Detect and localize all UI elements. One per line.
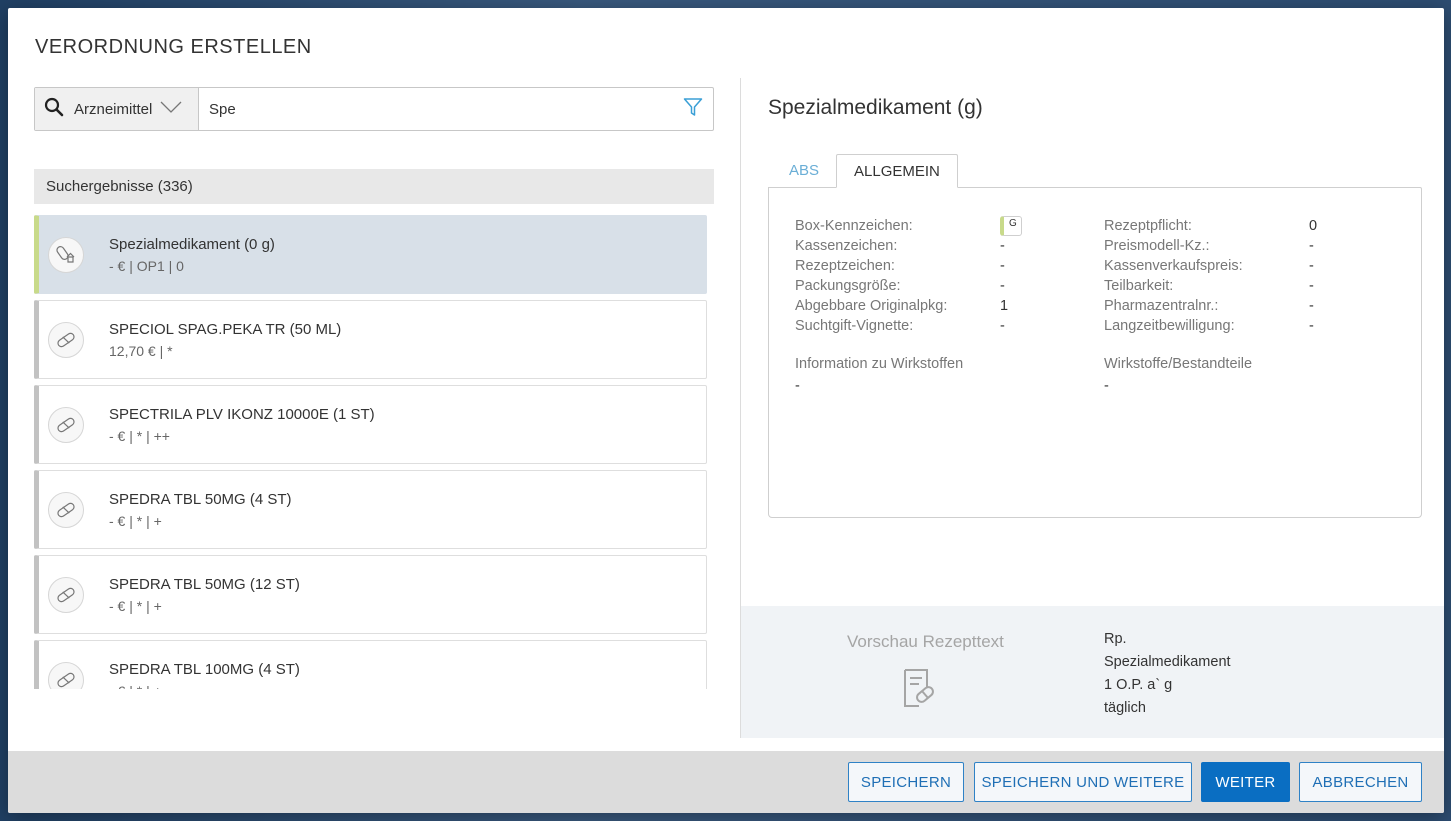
filter-icon (683, 97, 703, 122)
preview-text: Rp. Spezialmedikament 1 O.P. a` g täglic… (1104, 628, 1231, 720)
field-value: 0 (1309, 218, 1318, 234)
field-label: Kassenzeichen: (795, 238, 898, 254)
pill-icon (48, 321, 84, 358)
tab-abs[interactable]: ABS (772, 154, 836, 188)
field-value: - (1309, 298, 1314, 314)
field-label: Pharmazentralnr.: (1104, 298, 1219, 314)
tab-allgemein[interactable]: ALLGEMEIN (836, 154, 958, 188)
wirkstoffe-bestandteile-title: Wirkstoffe/Bestandteile (1104, 356, 1253, 372)
prescription-preview: Vorschau Rezepttext Rp. Spezialmedikamen… (741, 606, 1444, 738)
pill-icon (48, 661, 84, 689)
preview-title: Vorschau Rezepttext (847, 632, 1004, 651)
result-item-name: SPEDRA TBL 100MG (4 ST) (109, 660, 300, 678)
result-item-name: SPEDRA TBL 50MG (12 ST) (109, 575, 300, 593)
dialog-footer: SPEICHERN SPEICHERN UND WEITERE WEITER A… (8, 751, 1444, 813)
result-item-name: SPECTRILA PLV IKONZ 10000E (1 ST) (109, 405, 375, 423)
result-item-name: Spezialmedikament (0 g) (109, 235, 275, 253)
detail-tabs: ABS ALLGEMEIN (772, 154, 958, 188)
field-label: Rezeptpflicht: (1104, 218, 1192, 234)
chevron-down-icon (160, 100, 182, 118)
result-item[interactable]: SPEDRA TBL 50MG (12 ST) - € | * | + (34, 555, 707, 634)
search-bar: Arzneimittel (34, 87, 714, 131)
field-value: - (1309, 318, 1314, 334)
prescription-document-icon (901, 668, 937, 713)
field-label: Suchtgift-Vignette: (795, 318, 914, 334)
result-item-details: - € | * | ++ (109, 427, 170, 444)
field-label: Box-Kennzeichen: (795, 218, 913, 234)
search-type-dropdown[interactable]: Arzneimittel (35, 88, 199, 130)
results-list[interactable]: Spezialmedikament (0 g) - € | OP1 | 0 SP… (34, 215, 707, 689)
cancel-button[interactable]: ABBRECHEN (1299, 762, 1422, 802)
result-item-name: SPECIOL SPAG.PEKA TR (50 ML) (109, 320, 342, 338)
search-type-label: Arzneimittel (74, 100, 153, 118)
field-label: Abgebbare Originalpkg: (795, 298, 948, 314)
field-label: Rezeptzeichen: (795, 258, 895, 274)
field-label: Preismodell-Kz.: (1104, 238, 1210, 254)
result-item-details: - € | * | + (109, 683, 300, 690)
search-input[interactable] (199, 88, 673, 130)
result-item-details: - € | * | + (109, 597, 162, 614)
field-value: 1 (1000, 298, 1009, 314)
search-icon (44, 97, 64, 121)
field-value: - (1000, 238, 1005, 254)
box-indicator-badge: G (1000, 216, 1022, 236)
field-label: Kassenverkaufspreis: (1104, 258, 1243, 274)
wirkstoffe-bestandteile-value: - (1104, 378, 1109, 394)
field-label: Langzeitbewilligung: (1104, 318, 1235, 334)
result-item-details: 12,70 € | * (109, 342, 173, 359)
preview-line: Spezialmedikament (1104, 654, 1231, 670)
result-item[interactable]: SPEDRA TBL 50MG (4 ST) - € | * | + (34, 470, 707, 549)
wirkstoffe-bestandteile: Wirkstoffe/Bestandteile - (1104, 356, 1252, 394)
result-item[interactable]: SPEDRA TBL 100MG (4 ST) - € | * | + (34, 640, 707, 689)
fields-left: Box-Kennzeichen: G Kassenzeichen: - Rezept… (795, 216, 1022, 336)
result-item[interactable]: SPECIOL SPAG.PEKA TR (50 ML) 12,70 € | * (34, 300, 707, 379)
field-value: - (1309, 238, 1314, 254)
pill-icon (48, 491, 84, 528)
detail-title: Spezialmedikament (g) (768, 96, 983, 119)
save-button[interactable]: SPEICHERN (848, 762, 964, 802)
field-label: Packungsgröße: (795, 278, 901, 294)
field-value: - (1000, 318, 1005, 334)
dialog-title: VERORDNUNG ERSTELLEN (35, 36, 312, 58)
custom-drug-icon (48, 236, 84, 273)
result-item-details: - € | OP1 | 0 (109, 257, 184, 274)
info-wirkstoffe-title: Information zu Wirkstoffen (795, 356, 964, 372)
preview-line: täglich (1104, 700, 1146, 716)
field-value: - (1309, 278, 1314, 294)
pill-icon (48, 576, 84, 613)
fields-right: Rezeptpflicht: 0 Preismodell-Kz.: - Kassen… (1104, 216, 1317, 336)
prescription-dialog: VERORDNUNG ERSTELLEN Arzneimittel Sucher… (8, 8, 1444, 813)
info-wirkstoffe: Information zu Wirkstoffen - (795, 356, 963, 394)
result-item-name: SPEDRA TBL 50MG (4 ST) (109, 490, 292, 508)
results-header: Suchergebnisse (336) (34, 169, 714, 204)
result-item[interactable]: SPECTRILA PLV IKONZ 10000E (1 ST) - € | … (34, 385, 707, 464)
result-item[interactable]: Spezialmedikament (0 g) - € | OP1 | 0 (34, 215, 707, 294)
pill-icon (48, 406, 84, 443)
field-value: - (1000, 278, 1005, 294)
info-wirkstoffe-value: - (795, 378, 800, 394)
preview-line: Rp. (1104, 631, 1127, 647)
field-value: - (1000, 258, 1005, 274)
filter-button[interactable] (673, 88, 713, 130)
tab-panel-allgemein: Box-Kennzeichen: G Kassenzeichen: - Rezept… (768, 187, 1422, 518)
save-and-more-button[interactable]: SPEICHERN UND WEITERE (974, 762, 1192, 802)
result-item-details: - € | * | + (109, 512, 162, 529)
field-label: Teilbarkeit: (1104, 278, 1174, 294)
preview-line: 1 O.P. a` g (1104, 677, 1173, 693)
field-value: - (1309, 258, 1314, 274)
next-button[interactable]: WEITER (1201, 762, 1290, 802)
